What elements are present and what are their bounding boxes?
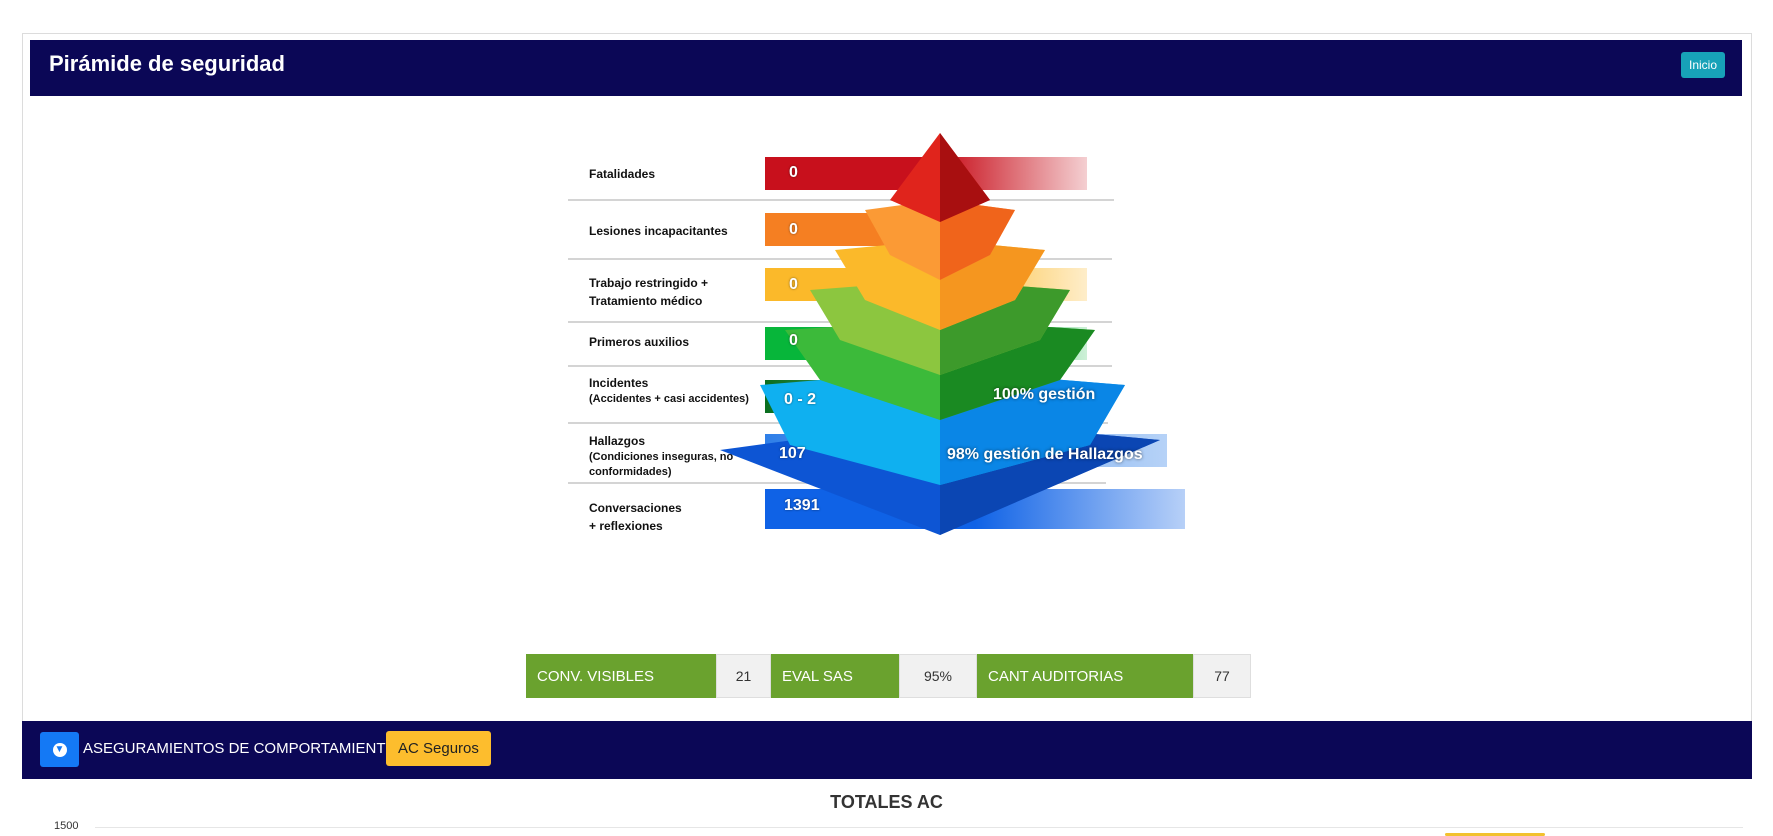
section-bar: ▼ ASEGURAMIENTOS DE COMPORTAMIENTOS AC S… (22, 721, 1752, 779)
stat-label-cant-auditorias: CANT AUDITORIAS (977, 654, 1193, 698)
level-label-trabajo-main: Trabajo restringido + (589, 276, 709, 290)
arrow-circle-down-icon: ▼ (52, 742, 67, 757)
stats-row: CONV. VISIBLES 21 EVAL SAS 95% CANT AUDI… (526, 654, 1251, 698)
stat-label-conv-visibles: CONV. VISIBLES (526, 654, 716, 698)
level-label-conversaciones-sub: + reflexiones (589, 519, 663, 533)
ac-seguros-button[interactable]: AC Seguros (386, 731, 491, 766)
stat-value-conv-visibles: 21 (716, 654, 771, 698)
level-label-trabajo-restringido: Trabajo restringido + Tratamiento médico (589, 274, 708, 310)
chart-gridline (95, 827, 1743, 828)
value-incidentes: 0 - 2 (784, 391, 817, 408)
level-label-incidentes-main: Incidentes (589, 376, 649, 390)
stat-label-eval-sas: EVAL SAS (771, 654, 899, 698)
level-label-conversaciones: Conversaciones + reflexiones (589, 499, 682, 535)
value-primeros-auxilios: 0 (789, 332, 798, 349)
level-label-trabajo-sub: Tratamiento médico (589, 294, 703, 308)
collapse-toggle-button[interactable]: ▼ (40, 732, 79, 767)
level-label-lesiones: Lesiones incapacitantes (589, 224, 728, 238)
level-label-hallazgos-main: Hallazgos (589, 434, 646, 448)
incidentes-gestion-text: 100% gestión (993, 386, 1096, 403)
y-axis-tick-top: 1500 (54, 820, 79, 832)
level-label-incidentes: Incidentes (Accidentes + casi accidentes… (589, 374, 749, 407)
value-hallazgos: 107 (779, 445, 806, 462)
level-label-conversaciones-main: Conversaciones (589, 501, 682, 515)
section-title: ASEGURAMIENTOS DE COMPORTAMIENTOS (83, 740, 407, 757)
value-fatalidades: 0 (789, 164, 798, 181)
stat-value-cant-auditorias: 77 (1193, 654, 1251, 698)
value-lesiones: 0 (789, 221, 798, 238)
hallazgos-gestion-text: 98% gestión de Hallazgos (947, 446, 1143, 463)
safety-pyramid-graphic (568, 133, 1185, 535)
chart-title: TOTALES AC (830, 792, 943, 812)
stat-value-eval-sas: 95% (899, 654, 977, 698)
level-label-hallazgos: Hallazgos (Condiciones inseguras, no con… (589, 432, 739, 480)
level-label-fatalidades: Fatalidades (589, 167, 656, 181)
value-conversaciones: 1391 (784, 497, 820, 514)
level-label-primeros-auxilios: Primeros auxilios (589, 335, 690, 349)
level-label-incidentes-sub: (Accidentes + casi accidentes) (589, 393, 749, 405)
value-trabajo-restringido: 0 (789, 276, 798, 293)
level-label-hallazgos-sub: (Condiciones inseguras, no conformidades… (589, 451, 734, 478)
